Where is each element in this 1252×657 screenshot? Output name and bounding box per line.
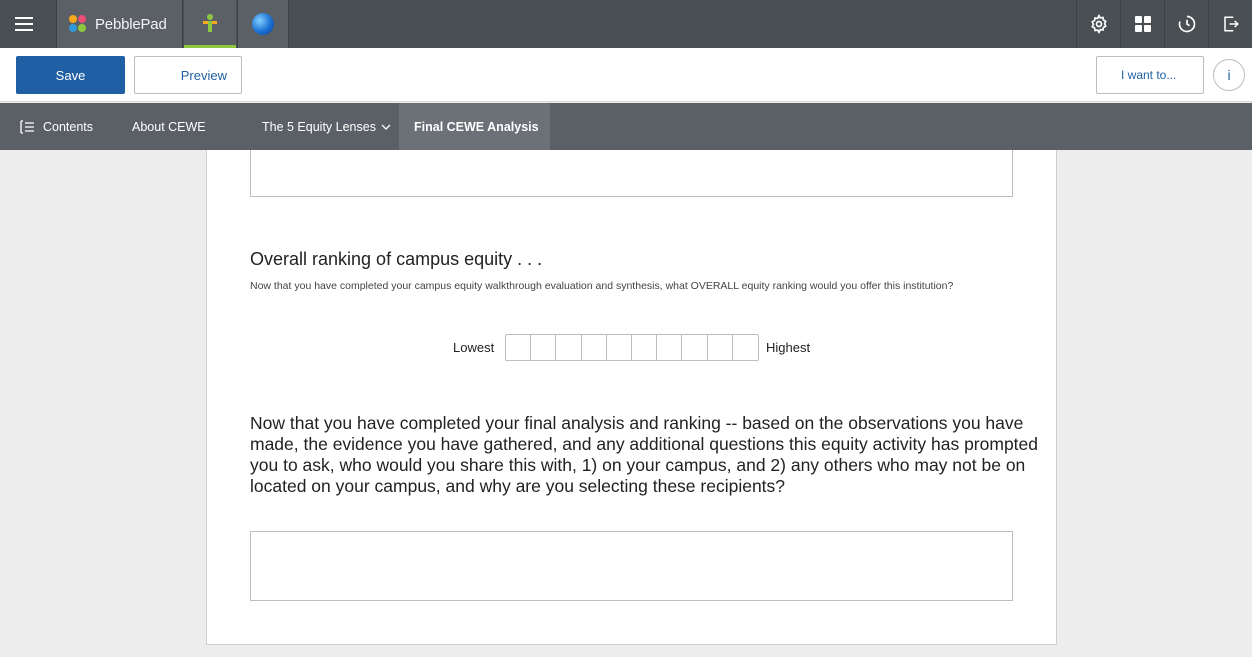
ranking-option[interactable] <box>632 335 658 360</box>
scale-high-label: Highest <box>766 340 811 355</box>
tab-equity-lenses[interactable]: The 5 Equity Lenses <box>262 103 391 150</box>
ranking-option[interactable] <box>733 335 758 360</box>
apps-button[interactable] <box>1120 0 1164 48</box>
ranking-scale <box>505 334 759 361</box>
answer-textarea[interactable] <box>250 531 1013 601</box>
contents-button[interactable]: Contents <box>20 103 93 150</box>
ranking-option[interactable] <box>682 335 708 360</box>
preview-button[interactable]: Preview <box>134 56 242 94</box>
tab-label: About CEWE <box>132 119 206 134</box>
tab-label: The 5 Equity Lenses <box>262 119 376 134</box>
contents-label: Contents <box>43 119 94 134</box>
ranking-option[interactable] <box>708 335 733 360</box>
previous-answer-textarea[interactable] <box>250 150 1013 197</box>
question-title: Now that you have completed your final a… <box>250 413 1039 496</box>
settings-icon <box>1090 14 1107 34</box>
i-want-to-button[interactable]: I want to... <box>1096 56 1204 94</box>
contents-list-icon <box>20 119 34 134</box>
tab-label: Final CEWE Analysis <box>414 119 539 134</box>
app-name: PebblePad <box>95 15 167 33</box>
workspace-icon <box>203 13 217 32</box>
settings-button[interactable] <box>1076 0 1120 48</box>
apps-grid-icon <box>1134 16 1151 32</box>
tab-final-analysis[interactable]: Final CEWE Analysis <box>399 103 550 150</box>
ranking-option[interactable] <box>506 335 532 360</box>
scale-low-label: Lowest <box>453 340 495 355</box>
ranking-option[interactable] <box>607 335 632 360</box>
chevron-down-icon <box>381 124 391 130</box>
ranking-option[interactable] <box>657 335 683 360</box>
workspace-button[interactable] <box>184 0 236 48</box>
question-description: Now that you have completed your campus … <box>250 280 954 292</box>
history-button[interactable] <box>1164 0 1208 48</box>
app-logo[interactable]: PebblePad <box>56 0 183 48</box>
ranking-option[interactable] <box>531 335 557 360</box>
tab-about-cewe[interactable]: About CEWE <box>132 103 206 150</box>
question-title: Overall ranking of campus equity . . . <box>250 249 543 269</box>
sign-out-icon <box>1223 16 1239 32</box>
ranking-option[interactable] <box>556 335 582 360</box>
history-icon <box>1178 15 1195 33</box>
menu-icon[interactable] <box>0 0 48 48</box>
info-button[interactable]: i <box>1213 59 1245 91</box>
editor-toolbar: Save Preview I want to... i <box>0 48 1252 102</box>
sign-out-button[interactable] <box>1208 0 1252 48</box>
pebblepad-logo-icon <box>69 15 87 33</box>
ranking-option[interactable] <box>582 335 607 360</box>
globe-icon <box>252 13 274 35</box>
save-button[interactable]: Save <box>16 56 125 94</box>
top-bar: PebblePad <box>0 0 1252 48</box>
atlas-button[interactable] <box>237 0 289 48</box>
workbook-nav: Contents About CEWE The 5 Equity Lenses … <box>0 103 1252 150</box>
